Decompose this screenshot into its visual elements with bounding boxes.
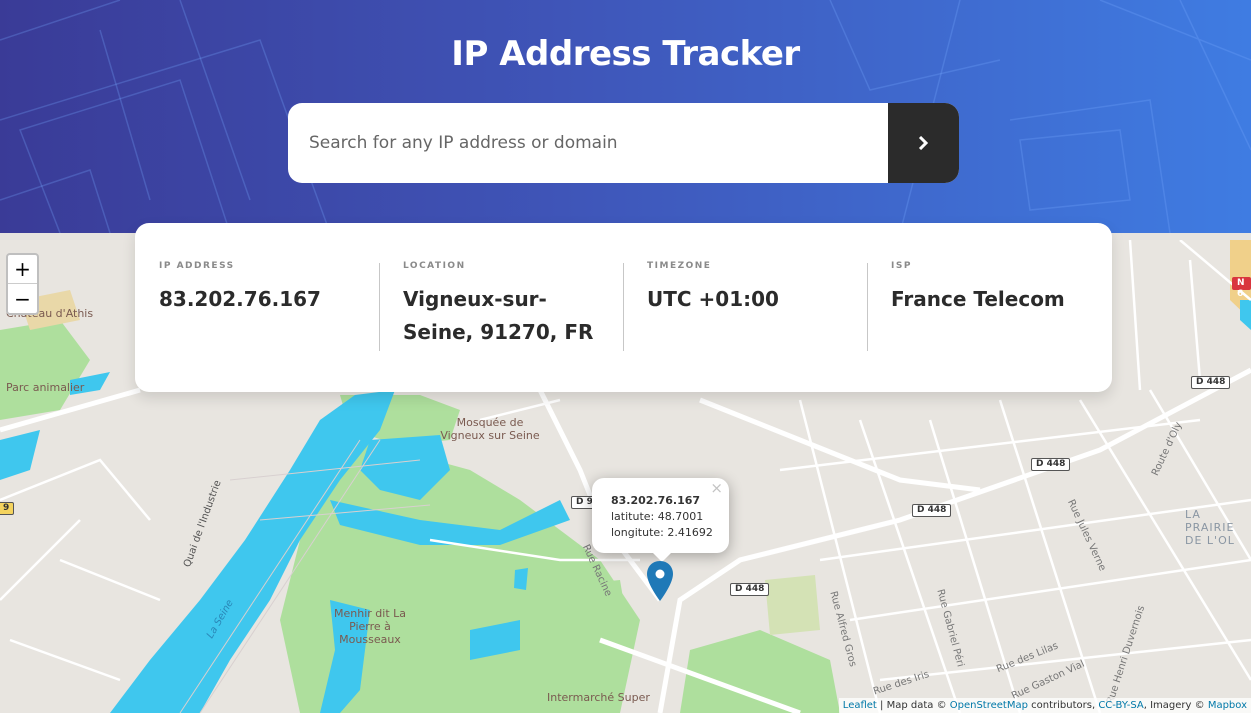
road-shield: D 448 xyxy=(730,583,770,596)
popup-longitude: longitute: 2.41692 xyxy=(611,526,713,539)
info-location-label: LOCATION xyxy=(403,261,466,271)
info-timezone-label: TIMEZONE xyxy=(647,261,712,271)
marker-popup: × 83.202.76.167 latitute: 48.7001 longit… xyxy=(592,478,729,553)
license-link[interactable]: CC-BY-SA xyxy=(1098,700,1143,711)
info-timezone: TIMEZONE UTC +01:00 xyxy=(623,261,867,392)
zoom-out-button[interactable]: − xyxy=(8,284,37,313)
map-label-menhir: Menhir dit La Pierre à Mousseaux xyxy=(334,607,406,646)
map-label-mosquee: Mosquée de Vigneux sur Seine xyxy=(440,416,540,442)
osm-link[interactable]: OpenStreetMap xyxy=(950,700,1028,711)
info-timezone-value: UTC +01:00 xyxy=(647,287,779,311)
info-ip-label: IP ADDRESS xyxy=(159,261,235,271)
info-isp-label: ISP xyxy=(891,261,912,271)
search-input[interactable] xyxy=(288,103,888,183)
zoom-control: + − xyxy=(6,253,39,315)
map-attribution: Leaflet | Map data © OpenStreetMap contr… xyxy=(838,698,1251,713)
header-banner: IP Address Tracker xyxy=(0,0,1251,233)
attribution-text: contributors, xyxy=(1027,700,1099,711)
road-shield: D 448 xyxy=(1031,458,1071,471)
attribution-text: , Imagery © xyxy=(1143,700,1208,711)
info-ip: IP ADDRESS 83.202.76.167 xyxy=(135,261,379,392)
info-location: LOCATION Vigneux-sur-Seine, 91270, FR xyxy=(379,261,623,392)
map-label-intermarche: Intermarché Super xyxy=(547,691,650,704)
road-shield: D 448 xyxy=(912,504,952,517)
map-label-parc: Parc animalier xyxy=(6,381,85,394)
chevron-right-icon xyxy=(918,136,929,150)
road-shield: N 6 xyxy=(1232,277,1251,299)
mapbox-link[interactable]: Mapbox xyxy=(1208,700,1247,711)
page-title: IP Address Tracker xyxy=(451,34,800,74)
popup-close-button[interactable]: × xyxy=(710,480,723,496)
location-marker-icon[interactable] xyxy=(646,560,674,602)
zoom-in-button[interactable]: + xyxy=(8,255,37,284)
search-submit-button[interactable] xyxy=(888,103,959,183)
info-ip-value: 83.202.76.167 xyxy=(159,287,321,311)
info-isp-value: France Telecom xyxy=(891,287,1065,311)
search-bar xyxy=(288,103,959,183)
info-location-value: Vigneux-sur-Seine, 91270, FR xyxy=(403,287,594,344)
map-label-prairie: LA PRAIRIE DE L'OL xyxy=(1185,508,1235,547)
popup-latitude: latitute: 48.7001 xyxy=(611,510,704,523)
road-shield: 9 xyxy=(0,502,15,515)
leaflet-link[interactable]: Leaflet xyxy=(843,700,877,711)
ip-info-card: IP ADDRESS 83.202.76.167 LOCATION Vigneu… xyxy=(135,223,1112,392)
road-shield: D 448 xyxy=(1191,376,1231,389)
info-isp: ISP France Telecom xyxy=(867,261,1111,392)
attribution-text: | Map data © xyxy=(876,700,950,711)
